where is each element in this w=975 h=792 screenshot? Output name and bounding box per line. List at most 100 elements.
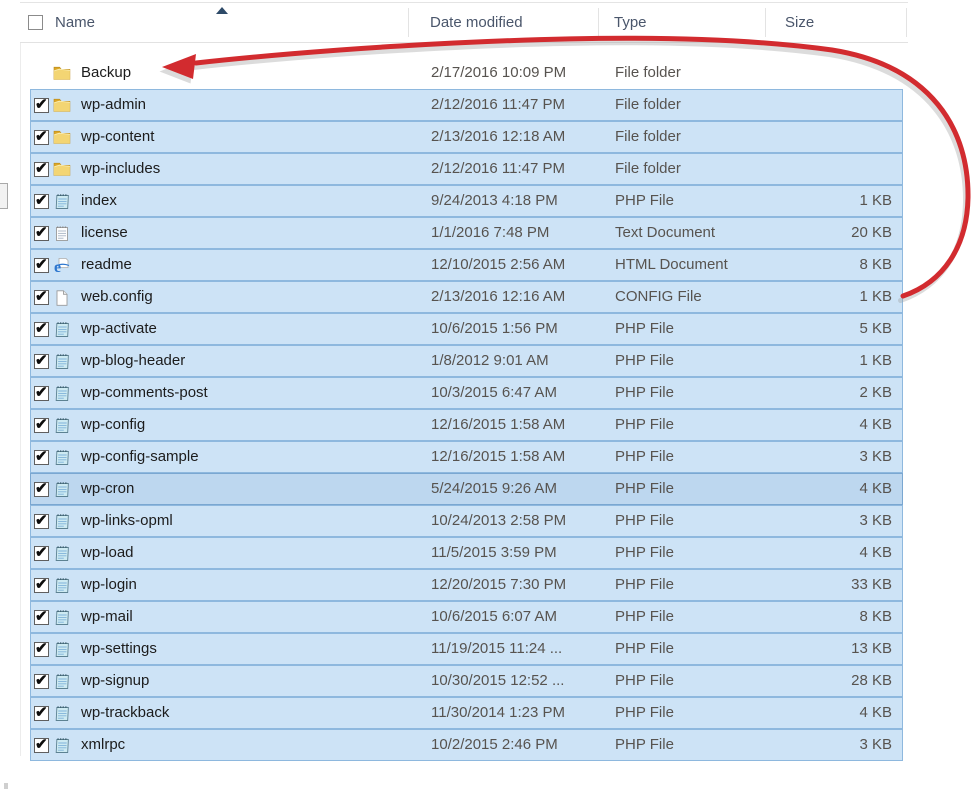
table-row[interactable]: Backup 2/17/2016 10:09 PM File folder bbox=[30, 57, 903, 89]
table-row[interactable]: wp-includes 2/12/2016 11:47 PM File fold… bbox=[30, 153, 903, 185]
date-modified-cell: 2/12/2016 11:47 PM bbox=[431, 90, 565, 120]
column-header-date-modified[interactable]: Date modified bbox=[430, 3, 523, 42]
type-cell: PHP File bbox=[615, 442, 674, 472]
size-cell: 1 KB bbox=[762, 282, 892, 312]
sort-ascending-icon[interactable] bbox=[216, 7, 228, 14]
date-modified-cell: 2/17/2016 10:09 PM bbox=[431, 58, 566, 88]
date-modified-cell: 10/2/2015 2:46 PM bbox=[431, 730, 558, 760]
row-checkbox[interactable] bbox=[34, 706, 49, 721]
php-icon bbox=[53, 321, 71, 339]
size-cell: 4 KB bbox=[762, 538, 892, 568]
size-cell: 1 KB bbox=[762, 186, 892, 216]
size-cell bbox=[762, 122, 892, 152]
size-cell: 4 KB bbox=[762, 474, 892, 504]
row-checkbox[interactable] bbox=[34, 482, 49, 497]
column-header-size[interactable]: Size bbox=[785, 3, 814, 42]
size-cell: 4 KB bbox=[762, 410, 892, 440]
size-cell: 28 KB bbox=[762, 666, 892, 696]
type-cell: File folder bbox=[615, 154, 681, 184]
column-divider[interactable] bbox=[598, 8, 599, 37]
size-cell: 4 KB bbox=[762, 698, 892, 728]
table-row[interactable]: xmlrpc 10/2/2015 2:46 PM PHP File 3 KB bbox=[30, 729, 903, 761]
file-name-cell: wp-comments-post bbox=[81, 378, 208, 408]
table-row[interactable]: wp-trackback 11/30/2014 1:23 PM PHP File… bbox=[30, 697, 903, 729]
row-checkbox[interactable] bbox=[34, 194, 49, 209]
row-checkbox[interactable] bbox=[34, 354, 49, 369]
size-cell: 3 KB bbox=[762, 730, 892, 760]
table-row[interactable]: wp-comments-post 10/3/2015 6:47 AM PHP F… bbox=[30, 377, 903, 409]
table-row[interactable]: web.config 2/13/2016 12:16 AM CONFIG Fil… bbox=[30, 281, 903, 313]
size-cell: 3 KB bbox=[762, 506, 892, 536]
row-checkbox[interactable] bbox=[34, 642, 49, 657]
date-modified-cell: 12/16/2015 1:58 AM bbox=[431, 442, 565, 472]
file-name-cell: wp-blog-header bbox=[81, 346, 185, 376]
table-row[interactable]: license 1/1/2016 7:48 PM Text Document 2… bbox=[30, 217, 903, 249]
row-checkbox[interactable] bbox=[34, 546, 49, 561]
row-checkbox[interactable] bbox=[34, 674, 49, 689]
file-name-cell: wp-config bbox=[81, 410, 145, 440]
php-icon bbox=[53, 481, 71, 499]
table-row[interactable]: wp-load 11/5/2015 3:59 PM PHP File 4 KB bbox=[30, 537, 903, 569]
size-cell: 3 KB bbox=[762, 442, 892, 472]
size-cell: 2 KB bbox=[762, 378, 892, 408]
svg-text:e: e bbox=[54, 259, 61, 275]
row-checkbox[interactable] bbox=[34, 418, 49, 433]
row-checkbox[interactable] bbox=[34, 130, 49, 145]
type-cell: File folder bbox=[615, 122, 681, 152]
column-header-name[interactable]: Name bbox=[55, 3, 95, 42]
row-checkbox[interactable] bbox=[34, 610, 49, 625]
column-divider[interactable] bbox=[765, 8, 766, 37]
row-checkbox[interactable] bbox=[34, 386, 49, 401]
column-headers: Name Date modified Type Size bbox=[20, 2, 908, 43]
row-checkbox[interactable] bbox=[34, 98, 49, 113]
select-all-checkbox[interactable] bbox=[28, 15, 43, 30]
type-cell: HTML Document bbox=[615, 250, 728, 280]
type-cell: PHP File bbox=[615, 602, 674, 632]
file-name-cell: wp-signup bbox=[81, 666, 149, 696]
pane-splitter-fragment[interactable] bbox=[0, 183, 8, 209]
row-checkbox[interactable] bbox=[34, 578, 49, 593]
type-cell: PHP File bbox=[615, 378, 674, 408]
file-name-cell: wp-cron bbox=[81, 474, 134, 504]
row-checkbox[interactable] bbox=[34, 322, 49, 337]
table-row[interactable]: wp-config-sample 12/16/2015 1:58 AM PHP … bbox=[30, 441, 903, 473]
table-row[interactable]: wp-mail 10/6/2015 6:07 AM PHP File 8 KB bbox=[30, 601, 903, 633]
pane-left-border bbox=[20, 2, 21, 756]
table-row[interactable]: wp-config 12/16/2015 1:58 AM PHP File 4 … bbox=[30, 409, 903, 441]
column-divider[interactable] bbox=[408, 8, 409, 37]
type-cell: PHP File bbox=[615, 410, 674, 440]
table-row[interactable]: wp-login 12/20/2015 7:30 PM PHP File 33 … bbox=[30, 569, 903, 601]
html-icon: e bbox=[53, 257, 71, 275]
row-checkbox[interactable] bbox=[34, 514, 49, 529]
table-row[interactable]: wp-content 2/13/2016 12:18 AM File folde… bbox=[30, 121, 903, 153]
table-row[interactable]: wp-cron 5/24/2015 9:26 AM PHP File 4 KB bbox=[30, 473, 903, 505]
file-name-cell: wp-activate bbox=[81, 314, 157, 344]
file-name-cell: web.config bbox=[81, 282, 153, 312]
php-icon bbox=[53, 417, 71, 435]
php-icon bbox=[53, 449, 71, 467]
php-icon bbox=[53, 545, 71, 563]
date-modified-cell: 10/24/2013 2:58 PM bbox=[431, 506, 566, 536]
table-row[interactable]: index 9/24/2013 4:18 PM PHP File 1 KB bbox=[30, 185, 903, 217]
table-row[interactable]: wp-links-opml 10/24/2013 2:58 PM PHP Fil… bbox=[30, 505, 903, 537]
row-checkbox[interactable] bbox=[34, 162, 49, 177]
size-cell bbox=[762, 154, 892, 184]
file-name-cell: wp-config-sample bbox=[81, 442, 199, 472]
row-checkbox[interactable] bbox=[34, 738, 49, 753]
php-icon bbox=[53, 577, 71, 595]
table-row[interactable]: wp-settings 11/19/2015 11:24 ... PHP Fil… bbox=[30, 633, 903, 665]
column-divider[interactable] bbox=[906, 8, 907, 37]
row-checkbox[interactable] bbox=[34, 450, 49, 465]
table-row[interactable]: wp-blog-header 1/8/2012 9:01 AM PHP File… bbox=[30, 345, 903, 377]
size-cell: 20 KB bbox=[762, 218, 892, 248]
table-row[interactable]: e readme 12/10/2015 2:56 AM HTML Documen… bbox=[30, 249, 903, 281]
table-row[interactable]: wp-signup 10/30/2015 12:52 ... PHP File … bbox=[30, 665, 903, 697]
row-checkbox[interactable] bbox=[34, 226, 49, 241]
column-header-type[interactable]: Type bbox=[614, 3, 647, 42]
table-row[interactable]: wp-admin 2/12/2016 11:47 PM File folder bbox=[30, 89, 903, 121]
row-checkbox[interactable] bbox=[34, 290, 49, 305]
row-checkbox[interactable] bbox=[34, 258, 49, 273]
date-modified-cell: 11/19/2015 11:24 ... bbox=[431, 634, 562, 664]
table-row[interactable]: wp-activate 10/6/2015 1:56 PM PHP File 5… bbox=[30, 313, 903, 345]
php-icon bbox=[53, 513, 71, 531]
